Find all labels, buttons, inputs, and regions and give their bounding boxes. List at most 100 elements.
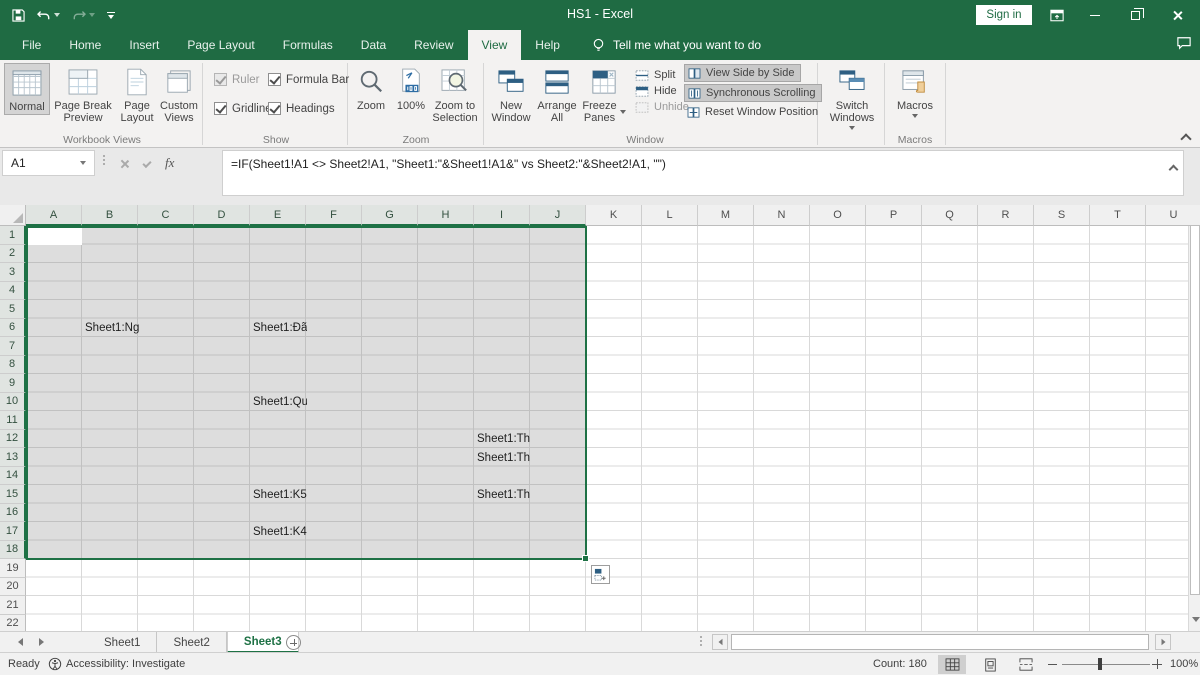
tab-page-layout[interactable]: Page Layout <box>173 30 268 60</box>
feedback-comment-icon[interactable] <box>1176 36 1192 55</box>
column-header-L[interactable]: L <box>642 205 698 226</box>
zoom-level[interactable]: 100% <box>1170 653 1198 675</box>
new-sheet-button[interactable] <box>286 635 301 650</box>
row-header-21[interactable]: 21 <box>0 596 26 615</box>
normal-view-button[interactable]: Normal <box>4 63 50 115</box>
tab-scroll-divider[interactable] <box>700 636 702 646</box>
column-header-U[interactable]: U <box>1146 205 1200 226</box>
arrange-all-button[interactable]: Arrange All <box>534 63 580 125</box>
row-header-1[interactable]: 1 <box>0 226 26 245</box>
tab-review[interactable]: Review <box>400 30 467 60</box>
column-header-F[interactable]: F <box>306 205 362 226</box>
restore-button[interactable] <box>1118 0 1152 30</box>
row-header-6[interactable]: 6 <box>0 319 26 338</box>
tab-insert[interactable]: Insert <box>115 30 173 60</box>
row-header-18[interactable]: 18 <box>0 541 26 560</box>
column-header-B[interactable]: B <box>82 205 138 226</box>
synchronous-scrolling-button[interactable]: Synchronous Scrolling <box>684 84 822 102</box>
scroll-down-icon[interactable] <box>1192 617 1200 622</box>
zoom-100-button[interactable]: 100% <box>392 63 430 113</box>
close-button[interactable] <box>1160 0 1194 30</box>
column-header-M[interactable]: M <box>698 205 754 226</box>
gridlines-checkbox-icon[interactable] <box>214 102 227 115</box>
normal-view-toggle[interactable] <box>938 655 966 674</box>
ribbon-display-options-button[interactable] <box>1040 0 1074 30</box>
sheet-tab-sheet2[interactable]: Sheet2 <box>157 632 226 653</box>
zoom-slider-handle[interactable] <box>1098 658 1102 670</box>
tab-home[interactable]: Home <box>55 30 115 60</box>
cell-E6[interactable]: Sheet1:Đã <box>253 320 307 336</box>
fill-handle[interactable] <box>582 555 589 562</box>
column-header-S[interactable]: S <box>1034 205 1090 226</box>
sign-in-button[interactable]: Sign in <box>976 5 1032 25</box>
page-layout-view-button[interactable]: Page Layout <box>116 63 158 125</box>
column-header-R[interactable]: R <box>978 205 1034 226</box>
zoom-button[interactable]: Zoom <box>350 63 392 113</box>
quick-analysis-button[interactable] <box>591 565 610 584</box>
vertical-scrollbar[interactable] <box>1188 205 1200 631</box>
row-header-13[interactable]: 13 <box>0 448 26 467</box>
row-header-9[interactable]: 9 <box>0 374 26 393</box>
tab-formulas[interactable]: Formulas <box>269 30 347 60</box>
cell-B6[interactable]: Sheet1:Ng <box>85 320 139 336</box>
row-header-19[interactable]: 19 <box>0 559 26 578</box>
cell-I15[interactable]: Sheet1:Th <box>477 487 531 503</box>
macros-button[interactable]: Macros <box>890 63 940 119</box>
reset-window-position-button[interactable]: Reset Window Position <box>684 104 824 120</box>
select-all-corner[interactable] <box>0 205 26 226</box>
freeze-panes-button[interactable]: Freeze Panes <box>580 63 628 125</box>
row-header-20[interactable]: 20 <box>0 578 26 597</box>
page-break-view-toggle[interactable] <box>1012 655 1040 674</box>
macros-dropdown-icon[interactable] <box>912 114 918 118</box>
collapse-ribbon-icon[interactable] <box>1181 132 1190 141</box>
name-box-dropdown-icon[interactable] <box>80 161 86 165</box>
column-header-A[interactable]: A <box>26 205 82 226</box>
cell-E17[interactable]: Sheet1:K4 <box>253 524 307 540</box>
column-header-Q[interactable]: Q <box>922 205 978 226</box>
custom-views-button[interactable]: Custom Views <box>158 63 200 125</box>
freeze-panes-dropdown-icon[interactable] <box>620 110 626 114</box>
row-header-2[interactable]: 2 <box>0 245 26 264</box>
vertical-scrollbar-thumb[interactable] <box>1190 225 1200 595</box>
column-header-J[interactable]: J <box>530 205 586 226</box>
scroll-right-button[interactable] <box>1155 634 1171 650</box>
row-header-8[interactable]: 8 <box>0 356 26 375</box>
row-header-4[interactable]: 4 <box>0 282 26 301</box>
row-header-17[interactable]: 17 <box>0 522 26 541</box>
page-layout-view-toggle[interactable] <box>976 655 1004 674</box>
name-box[interactable]: A1 <box>2 150 95 176</box>
previous-sheet-icon[interactable] <box>18 638 23 646</box>
page-break-preview-button[interactable]: Page Break Preview <box>50 63 116 125</box>
column-header-K[interactable]: K <box>586 205 642 226</box>
column-header-G[interactable]: G <box>362 205 418 226</box>
tab-help[interactable]: Help <box>521 30 574 60</box>
insert-function-icon[interactable]: fx <box>165 155 174 171</box>
formula-bar-checkbox-icon[interactable] <box>268 73 281 86</box>
row-header-12[interactable]: 12 <box>0 430 26 449</box>
view-side-by-side-button[interactable]: View Side by Side <box>684 64 801 82</box>
switch-windows-dropdown-icon[interactable] <box>849 126 855 130</box>
expand-formula-bar-icon[interactable] <box>1169 163 1178 172</box>
cell-I13[interactable]: Sheet1:Th <box>477 450 531 466</box>
tab-data[interactable]: Data <box>347 30 400 60</box>
enter-icon[interactable] <box>142 158 151 167</box>
row-header-3[interactable]: 3 <box>0 263 26 282</box>
row-header-14[interactable]: 14 <box>0 467 26 486</box>
split-button[interactable]: Split <box>632 68 692 82</box>
row-header-22[interactable]: 22 <box>0 615 26 632</box>
column-header-O[interactable]: O <box>810 205 866 226</box>
cancel-icon[interactable] <box>120 159 129 168</box>
active-cell-A1[interactable] <box>28 228 82 245</box>
next-sheet-icon[interactable] <box>39 638 44 646</box>
cell-E10[interactable]: Sheet1:Qu <box>253 394 307 410</box>
tab-view[interactable]: View <box>468 30 522 60</box>
switch-windows-button[interactable]: Switch Windows <box>824 63 880 131</box>
column-header-P[interactable]: P <box>866 205 922 226</box>
sheet-tab-sheet1[interactable]: Sheet1 <box>88 632 157 653</box>
headings-checkbox-icon[interactable] <box>268 102 281 115</box>
row-header-16[interactable]: 16 <box>0 504 26 523</box>
row-header-7[interactable]: 7 <box>0 337 26 356</box>
accessibility-icon[interactable] <box>48 653 62 675</box>
column-header-E[interactable]: E <box>250 205 306 226</box>
cells-area[interactable]: Sheet1:Ng Sheet1:Đã Sheet1:Qu Sheet1:Th Shee… <box>26 226 1188 631</box>
